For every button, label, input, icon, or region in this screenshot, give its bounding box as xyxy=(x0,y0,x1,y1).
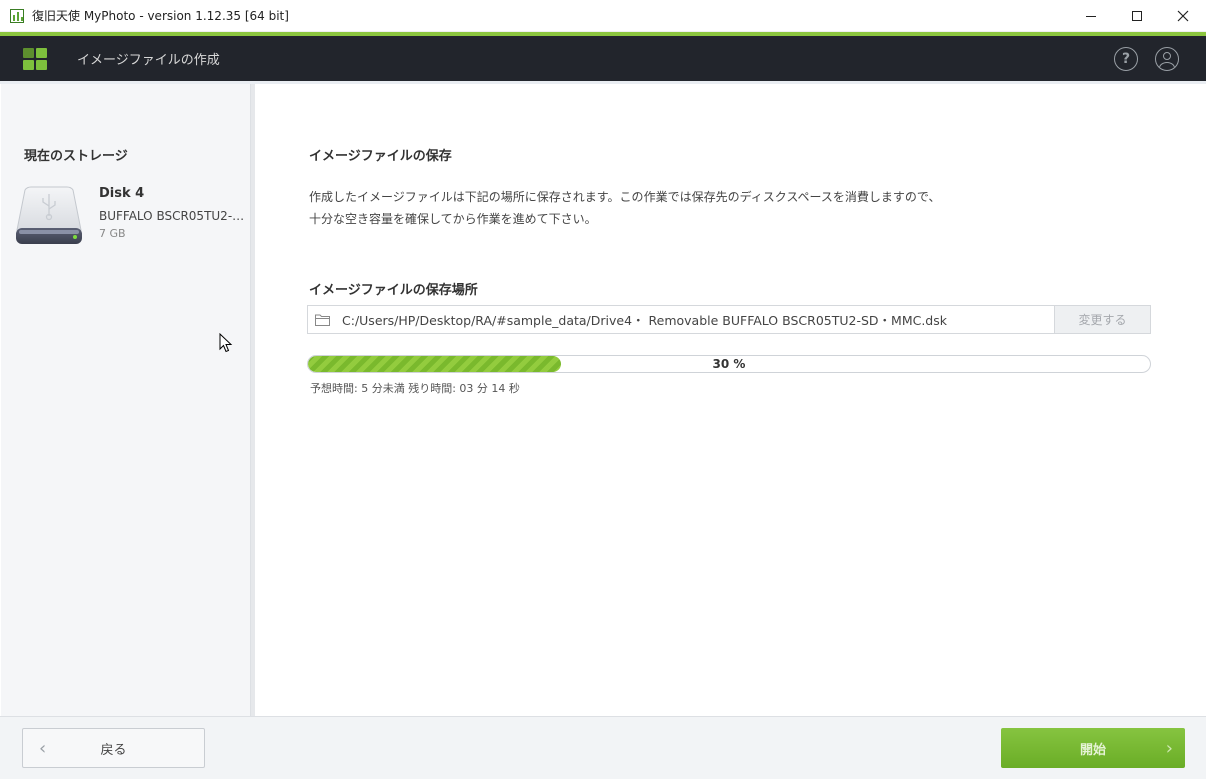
usb-drive-icon xyxy=(16,186,82,244)
app-logo-icon xyxy=(23,47,47,70)
minimize-button[interactable] xyxy=(1068,0,1114,32)
title-bar: 復旧天使 MyPhoto - version 1.12.35 [64 bit] xyxy=(0,0,1206,32)
save-path-text: C:/Users/HP/Desktop/RA/#sample_data/Driv… xyxy=(342,313,947,328)
help-button[interactable]: ? xyxy=(1114,47,1138,71)
app-icon xyxy=(10,8,24,23)
maximize-button[interactable] xyxy=(1114,0,1160,32)
window-title: 復旧天使 MyPhoto - version 1.12.35 [64 bit] xyxy=(32,9,289,23)
disk-name: Disk 4 xyxy=(99,186,145,201)
mouse-cursor-icon xyxy=(219,333,233,353)
save-description: 作成したイメージファイルは下記の場所に保存されます。この作業では保存先のディスク… xyxy=(309,186,940,230)
progress-label: 30 % xyxy=(712,357,746,371)
description-line-1: 作成したイメージファイルは下記の場所に保存されます。この作業では保存先のディスク… xyxy=(309,190,941,204)
sidebar: 現在のストレージ Disk 4 BUFFALO BSCR05TU2-SD 7 G… xyxy=(1,84,251,716)
location-section-title: イメージファイルの保存場所 xyxy=(309,283,478,298)
start-button[interactable]: 開始 › xyxy=(1001,728,1185,768)
time-estimate: 予想時間: 5 分未満 残り時間: 03 分 14 秒 xyxy=(310,382,520,395)
back-button[interactable]: ‹ 戻る xyxy=(22,728,205,768)
description-line-2: 十分な空き容量を確保してから作業を進めて下さい。 xyxy=(309,212,597,226)
app-header: イメージファイルの作成 ? xyxy=(0,36,1206,81)
main-panel: イメージファイルの保存 作成したイメージファイルは下記の場所に保存されます。この… xyxy=(255,84,1205,716)
close-button[interactable] xyxy=(1160,0,1206,32)
minimize-icon xyxy=(1086,15,1096,17)
footer-bar: ‹ 戻る 開始 › xyxy=(0,716,1206,779)
save-section-title: イメージファイルの保存 xyxy=(309,149,452,164)
save-path-field[interactable]: C:/Users/HP/Desktop/RA/#sample_data/Driv… xyxy=(307,305,1151,334)
sidebar-heading: 現在のストレージ xyxy=(24,149,128,164)
start-button-label: 開始 xyxy=(1079,742,1106,758)
folder-icon xyxy=(315,314,330,326)
chevron-right-icon: › xyxy=(1165,737,1173,759)
disk-model: BUFFALO BSCR05TU2-SD・MMC xyxy=(99,209,249,223)
page-title: イメージファイルの作成 xyxy=(77,53,220,68)
help-icon: ? xyxy=(1121,51,1131,67)
progress-bar: 30 % xyxy=(307,355,1151,373)
maximize-icon xyxy=(1132,11,1142,21)
storage-item-disk4[interactable]: Disk 4 BUFFALO BSCR05TU2-SD・MMC 7 GB xyxy=(13,184,251,254)
change-location-button[interactable]: 変更する xyxy=(1054,306,1150,333)
back-button-label: 戻る xyxy=(100,742,127,758)
disk-size: 7 GB xyxy=(99,227,126,240)
close-icon xyxy=(1177,10,1189,22)
account-button[interactable] xyxy=(1155,47,1179,71)
